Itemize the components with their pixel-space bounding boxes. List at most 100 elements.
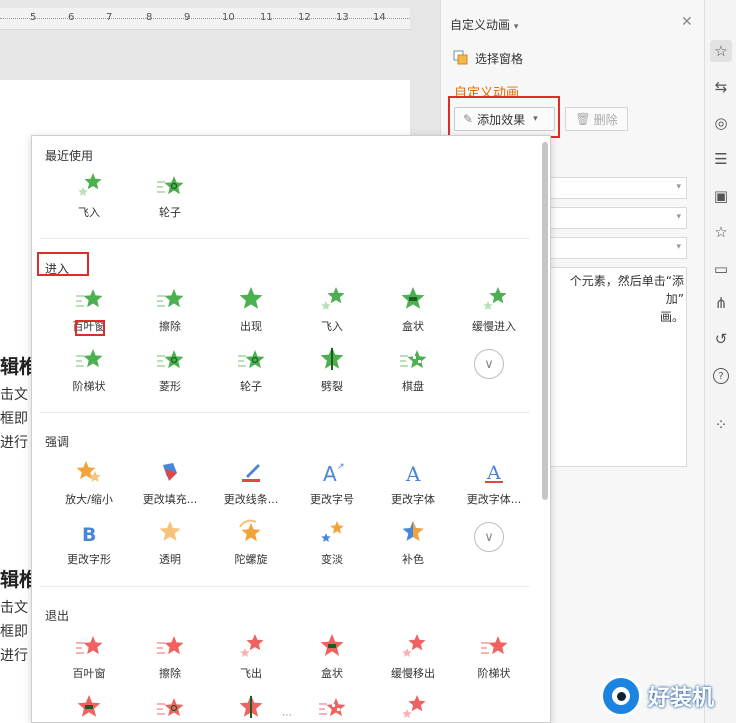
right-toolbar: ☆ ⇆ ◎ ☰ ▣ ☆ ▭ ⋔ ↺? ⁘ [704,0,736,723]
effect-item[interactable] [212,694,290,722]
fade-star-icon [321,521,344,542]
more-effects-button[interactable]: ∨ [474,349,504,379]
checkerboard-star-icon [400,350,427,369]
history-icon[interactable]: ↺ [710,328,732,350]
stairs-star-icon [76,349,103,368]
effect-item[interactable]: B 更改字形 [50,519,128,571]
effect-item[interactable]: 变淡 [293,519,371,571]
star-icon[interactable]: ☆ [710,221,732,243]
speed-select[interactable]: ▾ [549,237,687,259]
property-select[interactable]: ▾ [549,207,687,229]
switch-icon[interactable]: ⇆ [710,76,732,98]
effect-item[interactable]: A 更改字体... [455,459,533,511]
picture-icon[interactable]: ▣ [710,185,732,207]
effect-item[interactable]: A 更改字体 [374,459,452,511]
effect-item[interactable]: 陀螺旋 [212,519,290,571]
start-select[interactable]: ▾ [549,177,687,199]
document-text-line[interactable]: 击文 [0,597,28,617]
pane-title[interactable]: 自定义动画 ▾ [450,16,518,33]
document-text-line[interactable]: 进行 [0,432,28,452]
effect-item[interactable]: 阶梯状 [50,346,128,398]
ruler-number: 8 [146,12,153,23]
effect-group-title: 退出 [45,609,70,623]
effect-item[interactable]: 阶梯状 [455,633,533,685]
fly-in-star-icon [321,287,345,310]
document-text-line[interactable]: 框即 [0,408,28,428]
ruler-number: 6 [68,12,75,23]
diamond-star-icon [157,698,184,717]
effect-label: 缓慢进入 [472,320,516,333]
effect-label: 更改填充... [142,493,198,506]
ruler-number: 7 [106,12,113,23]
effect-label: 放大/缩小 [65,493,113,506]
effect-group-title: 强调 [45,435,70,449]
effect-label: 飞入 [78,206,100,219]
select-pane-link[interactable]: 选择窗格 [453,48,523,68]
effect-item[interactable]: 轮子 [212,346,290,398]
effect-item[interactable]: A ↗ 更改字号 [293,459,371,511]
trash-icon: 🗑 [575,112,591,126]
dropdown-scrollbar[interactable] [542,142,548,500]
wheel-star-icon [238,350,265,369]
effect-item[interactable]: 飞出 [212,633,290,685]
effect-item[interactable]: 缓慢进入 [455,286,533,338]
archive-icon[interactable]: ▭ [710,258,732,280]
effect-item[interactable]: 更改线条... [212,459,290,511]
effect-item[interactable]: 飞入 [50,172,128,224]
effect-item[interactable]: 出现 [212,286,290,338]
effect-item[interactable]: 补色 [374,519,452,571]
split-star-icon [239,695,263,718]
box-star-icon [77,695,101,717]
animation-list-hint: 个元素，然后单击“添加” 画。 [549,267,687,467]
effect-item[interactable]: 棋盘 [374,346,452,398]
chevron-down-icon: ▾ [676,182,681,192]
effect-item[interactable]: 盒状 [374,286,452,338]
complement-star-icon [402,521,424,541]
effect-item[interactable]: 劈裂 [293,346,371,398]
close-icon[interactable]: ✕ [681,14,693,30]
chevron-down-icon: ▾ [676,212,681,222]
delete-button[interactable]: 🗑 删除 [565,107,628,131]
effect-item[interactable]: 轮子 [131,172,209,224]
blinds-star-icon [76,289,103,308]
pane-title-caret: ▾ [513,22,519,32]
effect-item[interactable] [293,694,371,722]
effect-item[interactable]: 更改填充... [131,459,209,511]
document-text-line[interactable]: 进行 [0,645,28,665]
fly-out-star-icon [240,634,264,657]
effect-item[interactable]: 飞入 [293,286,371,338]
effect-label: 轮子 [240,380,262,393]
effect-item[interactable]: 放大/缩小 [50,459,128,511]
stairs-star-icon [481,636,508,655]
animation-star-icon[interactable]: ☆ [710,40,732,62]
apps-icon[interactable]: ⁘ [710,414,732,436]
effect-item[interactable]: 擦除 [131,286,209,338]
ruler-number: 13 [336,12,349,23]
checkerboard-star-icon [319,698,346,717]
ruler-number: 5 [30,12,37,23]
effect-label: 百叶窗 [72,667,106,680]
effect-item[interactable]: 擦除 [131,633,209,685]
effect-label: 陀螺旋 [234,553,268,566]
document-text-line[interactable]: 框即 [0,621,28,641]
effect-item[interactable] [131,694,209,722]
effect-label: 更改线条... [223,493,279,506]
more-effects-button[interactable]: ∨ [474,522,504,552]
effect-item[interactable] [374,694,452,722]
help-icon[interactable]: ? [710,365,732,387]
share-icon[interactable]: ⋔ [710,292,732,314]
effect-item[interactable] [50,694,128,722]
watermark: 好装机 [600,672,736,720]
effect-item[interactable]: 缓慢移出 [374,633,452,685]
shapes-icon[interactable]: ◎ [710,112,732,134]
effect-item[interactable]: 菱形 [131,346,209,398]
svg-text:A: A [486,462,501,484]
sliders-icon[interactable]: ☰ [710,148,732,170]
effect-item[interactable]: 百叶窗 [50,633,128,685]
add-effect-dropdown: ⋯ 最近使用 飞入 轮子 进入 百叶窗 擦除 出现 飞入 盒状 缓慢进入 阶梯状 菱形 轮子 劈裂 棋盘 ∨ 强… [31,135,551,723]
effect-item[interactable]: 透明 [131,519,209,571]
document-text-line[interactable]: 击文 [0,384,28,404]
box-star-icon [401,287,425,309]
effect-item[interactable]: 盒状 [293,633,371,685]
effect-label: 飞出 [240,667,262,680]
